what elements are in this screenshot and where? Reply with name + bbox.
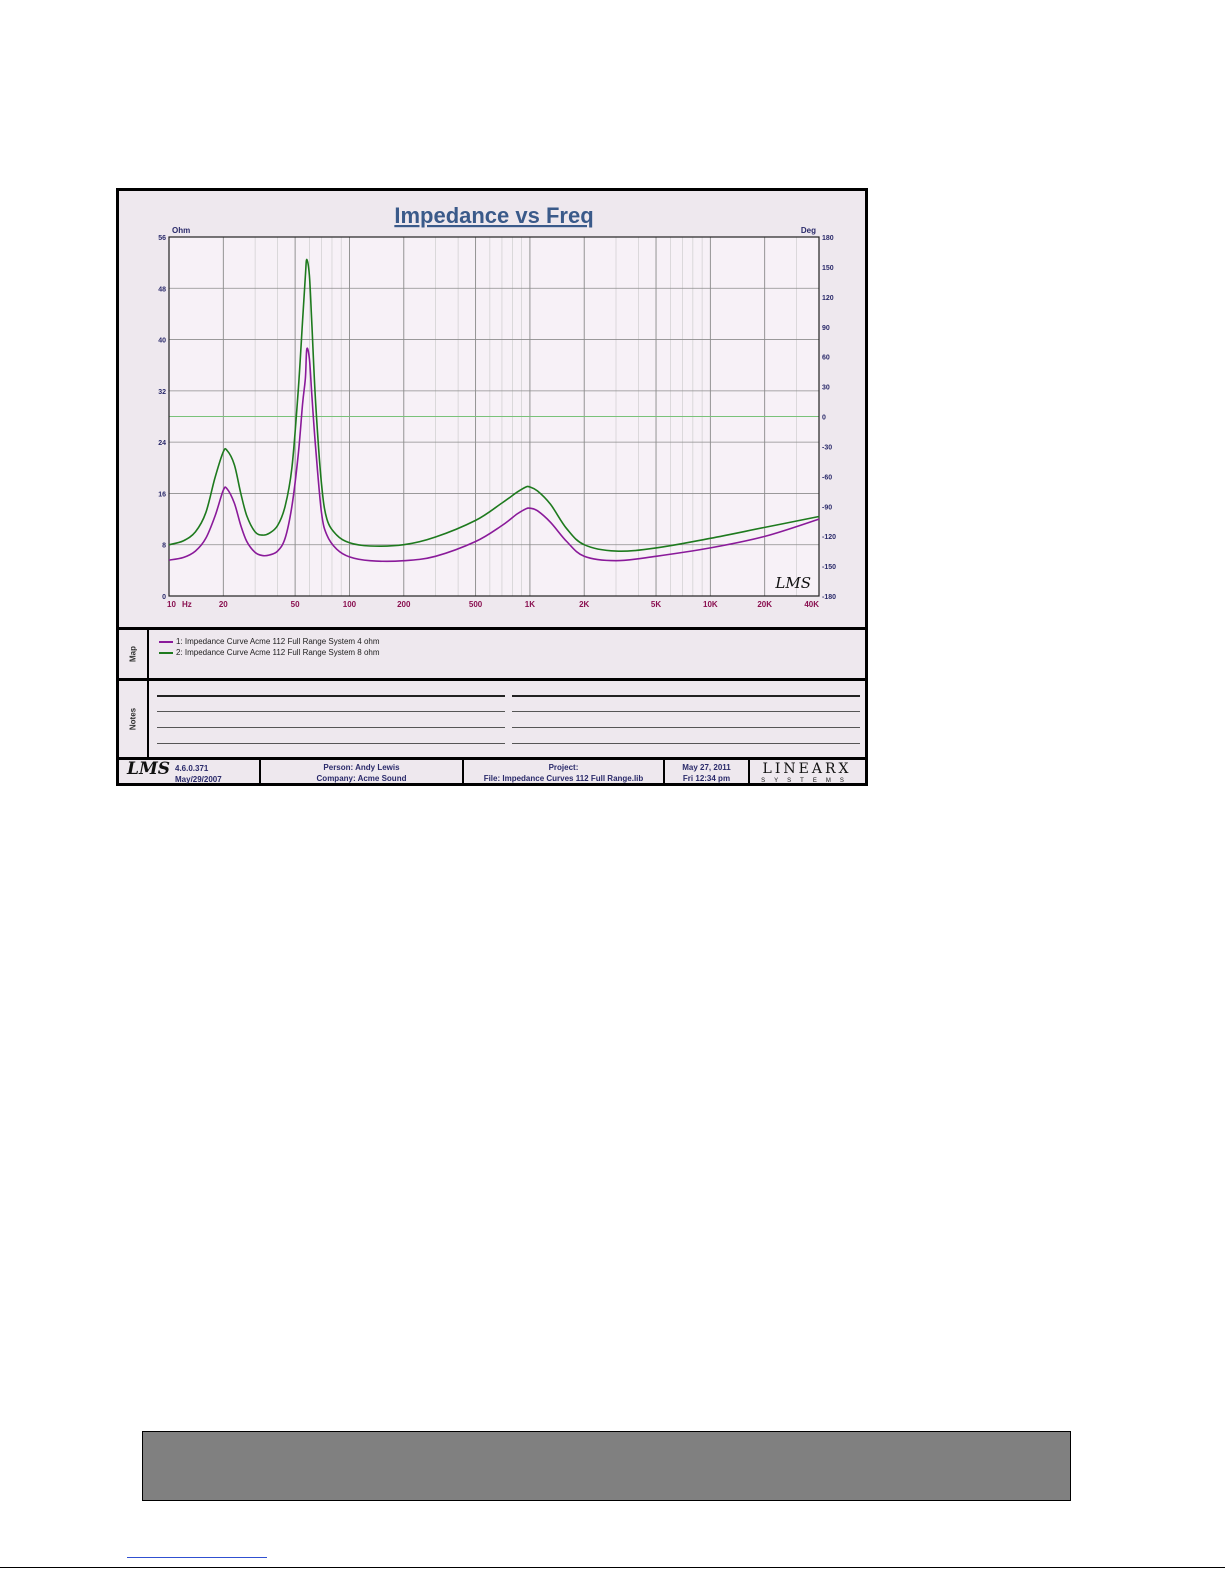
x-tick-label: 500 bbox=[469, 600, 483, 609]
left-tick-label: 32 bbox=[158, 389, 166, 396]
project-text: Project: bbox=[548, 763, 579, 772]
legend-swatch-1 bbox=[159, 640, 173, 643]
right-tick-label: 30 bbox=[822, 385, 830, 392]
map-side-label: Map bbox=[119, 630, 149, 678]
left-axis-unit: Ohm bbox=[172, 226, 190, 235]
notes-side-label: Notes bbox=[119, 681, 149, 757]
footer-project-cell: Project: File: Impedance Curves 112 Full… bbox=[464, 760, 665, 786]
right-tick-label: 150 bbox=[822, 265, 834, 272]
person-text: Person: Andy Lewis bbox=[323, 763, 400, 772]
x-tick-label: 50 bbox=[291, 600, 300, 609]
left-tick-label: 48 bbox=[158, 286, 166, 293]
map-panel: Map 1: Impedance Curve Acme 112 Full Ran… bbox=[119, 627, 865, 678]
linearx-logo: LINEARX SYSTEMS bbox=[751, 762, 863, 785]
map-label: Map bbox=[128, 646, 138, 662]
note-line[interactable] bbox=[157, 743, 505, 744]
legend-entry-2: 2: Impedance Curve Acme 112 Full Range S… bbox=[159, 648, 380, 657]
x-tick-label: 100 bbox=[343, 600, 357, 609]
note-line[interactable] bbox=[157, 695, 505, 697]
legend-swatch-2 bbox=[159, 651, 173, 654]
x-tick-label: 10K bbox=[703, 600, 718, 609]
notes-label: Notes bbox=[128, 707, 138, 731]
left-tick-label: 56 bbox=[158, 235, 166, 242]
linearx-brand-bottom: SYSTEMS bbox=[761, 778, 853, 784]
note-line[interactable] bbox=[512, 727, 860, 728]
note-line[interactable] bbox=[512, 743, 860, 744]
note-line[interactable] bbox=[157, 727, 505, 728]
x-tick-label: 20 bbox=[219, 600, 228, 609]
chart-frame: Impedance vs Freq Ohm Deg 0 8 16 24 32 40 48 56 -18… bbox=[116, 188, 868, 786]
version-date-text: May/29/2007 bbox=[175, 775, 222, 784]
right-tick-label: -120 bbox=[822, 534, 836, 541]
right-tick-label: -90 bbox=[822, 504, 832, 511]
date-text: May 27, 2011 bbox=[682, 763, 731, 772]
legend-text-1: 1: Impedance Curve Acme 112 Full Range S… bbox=[176, 637, 380, 646]
version-text: 4.6.0.371 bbox=[175, 764, 209, 773]
chart-title: Impedance vs Freq bbox=[394, 203, 593, 228]
lms-watermark: LMS bbox=[774, 574, 811, 592]
x-tick-label: 10 bbox=[167, 600, 176, 609]
legend-entry-1: 1: Impedance Curve Acme 112 Full Range S… bbox=[159, 637, 380, 646]
footer-person-cell: Person: Andy Lewis Company: Acme Sound bbox=[261, 760, 464, 786]
right-tick-label: -150 bbox=[822, 564, 836, 571]
x-tick-label: 20K bbox=[757, 600, 772, 609]
right-tick-label: 0 bbox=[822, 415, 826, 422]
x-tick-label: 2K bbox=[579, 600, 589, 609]
page-bottom-rule bbox=[0, 1567, 1225, 1568]
left-tick-label: 8 bbox=[162, 543, 166, 550]
right-tick-label: -30 bbox=[822, 444, 832, 451]
note-line[interactable] bbox=[512, 695, 860, 697]
note-line[interactable] bbox=[512, 711, 860, 712]
footer-bar: LMS 4.6.0.371 May/29/2007 Person: Andy L… bbox=[119, 757, 865, 786]
right-tick-label: 90 bbox=[822, 325, 830, 332]
time-text: Fri 12:34 pm bbox=[682, 774, 731, 783]
right-tick-label: -60 bbox=[822, 474, 832, 481]
x-tick-label: 200 bbox=[397, 600, 411, 609]
x-tick-label: 5K bbox=[651, 600, 661, 609]
x-tick-label: 40K bbox=[804, 600, 819, 609]
right-tick-label: 120 bbox=[822, 295, 834, 302]
right-tick-label: 180 bbox=[822, 235, 834, 242]
left-tick-label: 16 bbox=[158, 491, 166, 498]
footer-date-cell: May 27, 2011 Fri 12:34 pm bbox=[665, 760, 750, 786]
left-tick-label: 24 bbox=[158, 440, 166, 447]
right-tick-label: -180 bbox=[822, 594, 836, 601]
x-axis-unit: Hz bbox=[182, 600, 192, 609]
footer-version-cell: LMS 4.6.0.371 May/29/2007 bbox=[119, 760, 261, 786]
footer-link-underline[interactable] bbox=[127, 1557, 267, 1558]
lms-logo: LMS bbox=[127, 759, 171, 779]
legend-text-2: 2: Impedance Curve Acme 112 Full Range S… bbox=[176, 648, 380, 657]
left-tick-label: 40 bbox=[158, 338, 166, 345]
notes-panel: Notes bbox=[119, 678, 865, 757]
right-axis-unit: Deg bbox=[801, 226, 816, 235]
company-text: Company: Acme Sound bbox=[316, 774, 407, 783]
left-tick-label: 0 bbox=[162, 594, 166, 601]
right-tick-label: 60 bbox=[822, 355, 830, 362]
gray-box bbox=[142, 1431, 1071, 1501]
file-text: File: Impedance Curves 112 Full Range.li… bbox=[483, 774, 644, 783]
x-tick-label: 1K bbox=[525, 600, 535, 609]
note-line[interactable] bbox=[157, 711, 505, 712]
linearx-brand-top: LINEARX bbox=[762, 761, 852, 777]
chart-plot: Impedance vs Freq Ohm Deg 0 8 16 24 32 40 48 56 -18… bbox=[158, 203, 836, 609]
